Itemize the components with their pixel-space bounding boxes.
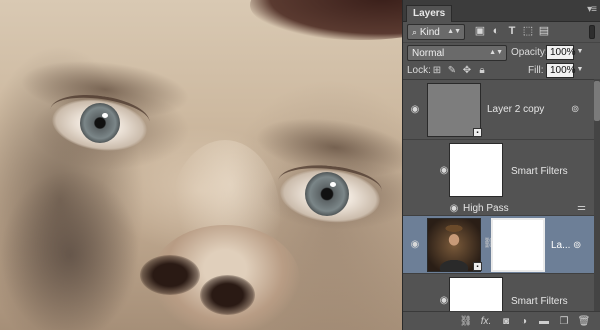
- panel-tab-bar: Layers ▾≡: [403, 0, 600, 22]
- opacity-slider-arrow[interactable]: ▼: [575, 45, 585, 60]
- layer-name[interactable]: Layer 2 copy: [487, 104, 544, 115]
- fill-label: Fill:: [528, 65, 544, 76]
- opacity-field[interactable]: 100%: [546, 45, 576, 60]
- filter-name[interactable]: High Pass: [463, 203, 509, 214]
- chevron-down-icon: ▲▼: [447, 28, 461, 35]
- filter-toggle-switch[interactable]: [589, 25, 595, 39]
- layers-panel: Layers ▾≡ ⌕ Kind ▲▼ ▣ ◐ T ⬚ ▤ Normal ▲▼ …: [402, 0, 600, 330]
- blend-row: Normal ▲▼ Opacity: 100% ▼: [403, 42, 600, 62]
- panel-menu-icon[interactable]: ▾≡: [587, 4, 597, 15]
- shape-filter-icon[interactable]: ⬚: [521, 25, 535, 38]
- fill-field[interactable]: 100%: [546, 63, 576, 78]
- right-nostril: [200, 275, 255, 315]
- smart-filters-row[interactable]: ◉ Smart Filters: [403, 140, 595, 202]
- blend-mode-value: Normal: [412, 48, 445, 59]
- smart-filters-row-2[interactable]: ◉ Smart Filters: [403, 274, 595, 311]
- new-layer-icon[interactable]: ❐: [557, 315, 571, 328]
- left-nostril: [140, 255, 200, 295]
- smart-filters-label: Smart Filters: [511, 296, 568, 307]
- lock-image-pixels-icon[interactable]: ✎: [446, 65, 458, 77]
- cheek-shadow: [0, 170, 140, 330]
- adjustment-icon[interactable]: ◑: [517, 315, 531, 328]
- tab-layers[interactable]: Layers: [406, 5, 453, 22]
- search-icon: ⌕: [412, 27, 418, 37]
- lock-position-icon[interactable]: ✥: [461, 65, 473, 77]
- mask-icon[interactable]: ◙: [499, 315, 513, 328]
- blend-mode-dropdown[interactable]: Normal ▲▼: [407, 45, 507, 61]
- opacity-label: Opacity:: [511, 47, 548, 58]
- layer-row-selected[interactable]: ◉ ▪ ⛓︎ La... ⊚: [403, 216, 595, 274]
- smart-object-filter-icon[interactable]: ▤: [537, 25, 551, 38]
- smart-filters-label: Smart Filters: [511, 166, 568, 177]
- layer-mask-thumbnail[interactable]: [491, 218, 545, 272]
- smart-filter-indicator-icon[interactable]: ⊚: [571, 104, 579, 115]
- filter-kind-label: Kind: [419, 27, 440, 38]
- type-filter-icon[interactable]: T: [505, 25, 519, 38]
- lock-label: Lock:: [407, 65, 431, 76]
- trash-icon[interactable]: 🗑︎: [577, 315, 591, 328]
- visibility-eye-icon[interactable]: ◉: [447, 204, 461, 214]
- smart-filter-indicator-icon[interactable]: ⊚: [573, 240, 581, 251]
- filter-row: ⌕ Kind ▲▼ ▣ ◐ T ⬚ ▤: [403, 22, 600, 42]
- fx-icon[interactable]: fx.: [479, 315, 493, 328]
- chevron-down-icon: ▲▼: [489, 49, 503, 56]
- adjustment-filter-icon[interactable]: ◐: [489, 25, 503, 38]
- filter-blending-options-icon[interactable]: ⚌: [577, 202, 586, 213]
- link-icon[interactable]: ⛓︎: [459, 315, 473, 328]
- smart-filter-mask-thumbnail: [449, 277, 503, 311]
- lock-all-icon[interactable]: 🔒︎: [476, 65, 488, 77]
- layers-scrollbar[interactable]: [594, 79, 600, 311]
- visibility-eye-icon[interactable]: ◉: [408, 240, 422, 250]
- document-canvas[interactable]: [0, 0, 402, 330]
- layer-name[interactable]: La...: [551, 240, 570, 251]
- smart-object-badge-icon: ▪: [473, 128, 482, 137]
- layer-row-layer-2-copy[interactable]: ◉ ▪ Layer 2 copy ⊚: [403, 80, 595, 140]
- filter-row-high-pass[interactable]: ◉ High Pass ⚌: [403, 202, 595, 216]
- lock-transparent-pixels-icon[interactable]: ⊞: [431, 65, 443, 77]
- fill-slider-arrow[interactable]: ▼: [575, 63, 585, 78]
- image-filter-icon[interactable]: ▣: [473, 25, 487, 38]
- smart-filter-mask-thumbnail: [449, 143, 503, 197]
- scrollbar-thumb[interactable]: [594, 81, 600, 121]
- hair-shape: [250, 0, 402, 40]
- smart-object-badge-icon: ▪: [473, 262, 482, 271]
- layers-list: ◉ ▪ Layer 2 copy ⊚ ◉ Smart Filters ◉ Hig…: [403, 79, 600, 311]
- layers-panel-footer: ⛓︎ fx. ◙ ◑ ▬ ❐ 🗑︎: [403, 311, 600, 330]
- filter-kind-dropdown[interactable]: ⌕ Kind ▲▼: [407, 24, 465, 40]
- visibility-eye-icon[interactable]: ◉: [408, 105, 422, 115]
- group-folder-icon[interactable]: ▬: [537, 315, 551, 328]
